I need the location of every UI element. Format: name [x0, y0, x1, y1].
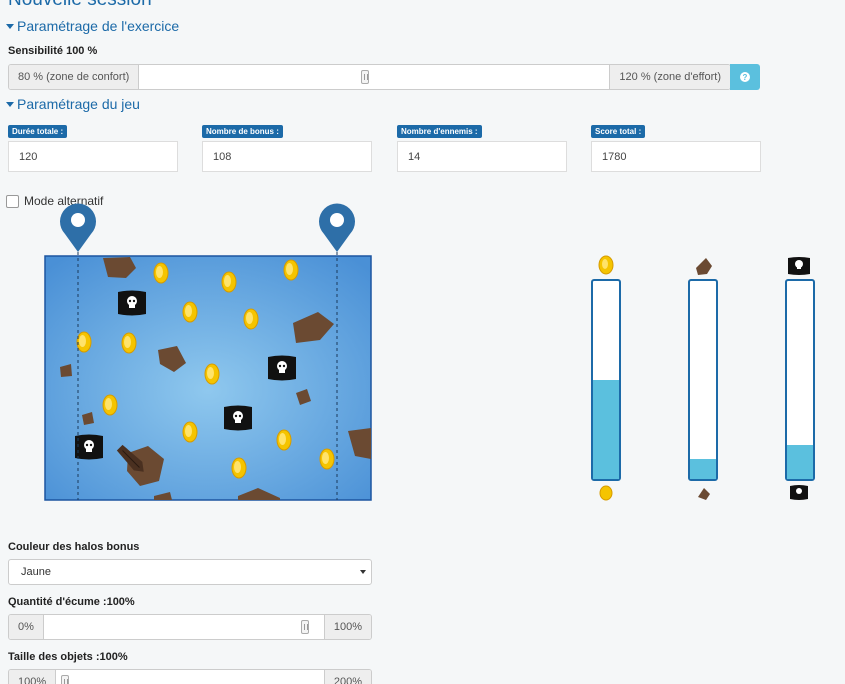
- object-size-slider-handle[interactable]: [61, 675, 70, 684]
- pirate-flag-icon: [788, 257, 810, 275]
- foam-slider-group: 0% 100%: [8, 614, 372, 640]
- coin-gauge: [591, 255, 621, 501]
- pirate-flag-icon: [790, 485, 808, 500]
- coin-icon: [599, 485, 613, 501]
- foam-slider-handle[interactable]: [300, 620, 309, 634]
- rock-icon: [696, 258, 712, 275]
- total-score-label: Score total :: [591, 125, 646, 138]
- exercise-section-toggle[interactable]: Paramétrage de l'exercice: [6, 18, 179, 34]
- help-button[interactable]: ?: [730, 64, 760, 90]
- sensitivity-slider-track[interactable]: [139, 65, 610, 89]
- sensitivity-label: Sensibilité 100 %: [8, 45, 98, 57]
- rock-icon: [698, 488, 710, 500]
- bonus-count-field: Nombre de bonus : 108: [202, 121, 372, 172]
- object-size-slider-group: 100% 200%: [8, 669, 372, 684]
- caret-down-icon: [360, 570, 366, 574]
- halo-color-selected: Jaune: [21, 566, 51, 578]
- flag-gauge-fill: [787, 445, 813, 479]
- exercise-section-title: Paramétrage de l'exercice: [17, 18, 180, 34]
- halo-color-label: Couleur des halos bonus: [8, 541, 140, 553]
- caret-down-icon: [6, 101, 14, 107]
- sensitivity-min-label: 80 % (zone de confort): [9, 65, 140, 89]
- sensitivity-max-label: 120 % (zone d'effort): [609, 65, 730, 89]
- rock-gauge: [688, 258, 718, 500]
- caret-down-icon: [6, 23, 14, 29]
- total-duration-label: Durée totale :: [8, 125, 68, 138]
- halo-color-select[interactable]: Jaune: [8, 559, 372, 585]
- foam-label: Quantité d'écume :100%: [8, 596, 135, 608]
- sensitivity-slider-handle[interactable]: [361, 70, 370, 84]
- sensitivity-slider-group: 80 % (zone de confort) 120 % (zone d'eff…: [8, 64, 731, 90]
- gauges: [591, 255, 815, 501]
- foam-slider-track[interactable]: [43, 615, 324, 639]
- object-size-label: Taille des objets :100%: [8, 651, 128, 663]
- object-size-slider-track[interactable]: [56, 670, 324, 684]
- bonus-count-label: Nombre de bonus :: [202, 125, 283, 138]
- rock-gauge-fill: [690, 459, 716, 479]
- flag-gauge: [785, 257, 815, 500]
- bonus-count-input[interactable]: 108: [202, 141, 372, 172]
- coin-icon: [598, 255, 614, 275]
- right-map-marker-icon[interactable]: [319, 203, 355, 252]
- enemy-count-input[interactable]: 14: [397, 141, 567, 172]
- game-preview: [44, 203, 372, 501]
- total-score-field: Score total : 1780: [591, 121, 761, 172]
- enemy-count-label: Nombre d'ennemis :: [397, 125, 482, 138]
- foam-max-label: 100%: [323, 615, 371, 639]
- foam-min-label: 0%: [9, 615, 44, 639]
- game-section-toggle[interactable]: Paramétrage du jeu: [6, 96, 140, 112]
- game-section-title: Paramétrage du jeu: [17, 96, 140, 112]
- coin-gauge-fill: [593, 380, 619, 479]
- enemy-count-field: Nombre d'ennemis : 14: [397, 121, 567, 172]
- object-size-max-label: 200%: [323, 670, 371, 684]
- left-map-marker-icon[interactable]: [60, 203, 96, 252]
- page-title: Nouvelle session: [8, 0, 152, 11]
- total-score-input[interactable]: 1780: [591, 141, 761, 172]
- total-duration-input[interactable]: 120: [8, 141, 178, 172]
- object-size-min-label: 100%: [9, 670, 57, 684]
- question-circle-icon: ?: [740, 72, 750, 82]
- total-duration-field: Durée totale : 120: [8, 121, 178, 172]
